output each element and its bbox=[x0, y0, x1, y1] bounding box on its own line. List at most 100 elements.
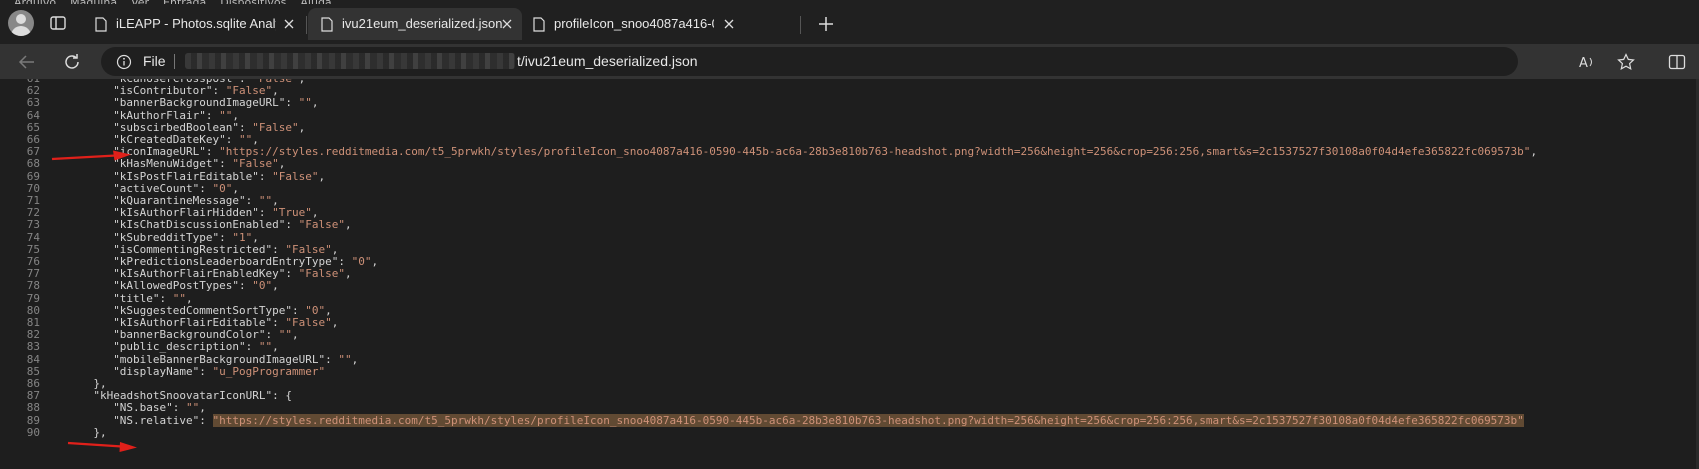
line-content: "kIsAuthorFlairHidden": "True", bbox=[113, 206, 318, 219]
json-key: "kIsAuthorFlairEnabledKey": bbox=[113, 267, 299, 281]
json-key: }, bbox=[93, 425, 107, 439]
line-number: 75 bbox=[26, 242, 40, 256]
json-string: "False" bbox=[298, 267, 345, 281]
page-icon bbox=[95, 17, 107, 32]
tab-deserialized-json[interactable]: ivu21eum_deserialized.json bbox=[308, 8, 522, 40]
json-key: "kSubredditType": bbox=[113, 230, 233, 244]
line-content: "kIsPostFlairEditable": "False", bbox=[113, 170, 325, 183]
line-content: "subscirbedBoolean": "False", bbox=[113, 121, 305, 134]
line-content: "kCreatedDateKey": "", bbox=[113, 133, 259, 146]
tab-ileapp[interactable]: iLEAPP - Photos.sqlite Analysis re bbox=[82, 8, 302, 40]
info-icon[interactable] bbox=[116, 54, 132, 70]
line-number: 83 bbox=[26, 340, 40, 354]
line-content: "kSubredditType": "1", bbox=[113, 231, 259, 244]
line-content: "kPredictionsLeaderboardEntryType": "0", bbox=[113, 255, 378, 268]
json-string: "" bbox=[258, 194, 273, 207]
json-key: "kAllowedPostTypes": bbox=[113, 279, 253, 293]
json-key: "mobileBannerBackgroundImageURL": bbox=[113, 352, 339, 366]
tab-actions-icon[interactable] bbox=[49, 14, 67, 32]
tab-strip: iLEAPP - Photos.sqlite Analysis re ivu21… bbox=[0, 4, 1699, 44]
refresh-icon[interactable] bbox=[62, 52, 82, 72]
json-key: , bbox=[344, 267, 352, 281]
close-icon[interactable] bbox=[722, 17, 736, 31]
json-string: "" bbox=[172, 291, 187, 305]
line-number: 64 bbox=[26, 108, 40, 122]
line-content: "NS.base": "", bbox=[113, 401, 206, 414]
read-aloud-icon[interactable]: A bbox=[1578, 53, 1596, 71]
json-key: , bbox=[252, 133, 259, 146]
json-string: "False" bbox=[285, 242, 332, 256]
line-content: "kSuggestedCommentSortType": "0", bbox=[113, 304, 332, 317]
svg-text:A: A bbox=[1579, 56, 1588, 71]
json-string: "False" bbox=[252, 120, 299, 134]
line-content: "bannerBackgroundColor": "", bbox=[113, 328, 298, 341]
line-content: "kAuthorFlair": "", bbox=[113, 109, 239, 122]
json-key: , bbox=[272, 194, 279, 207]
json-key: "public_description": bbox=[113, 340, 259, 354]
json-string: "False" bbox=[272, 169, 319, 183]
json-key: "kCreatedDateKey": bbox=[113, 133, 240, 146]
url-scheme-label: File bbox=[143, 53, 166, 69]
line-number: 90 bbox=[26, 425, 40, 439]
json-key: "kSuggestedCommentSortType": bbox=[113, 303, 306, 317]
json-key: , bbox=[272, 84, 279, 98]
line-number: 62 bbox=[26, 84, 40, 98]
json-key: , bbox=[311, 206, 319, 220]
line-content: "title": "", bbox=[113, 292, 192, 305]
line-content: "kIsAuthorFlairEditable": "False", bbox=[113, 316, 338, 329]
favorite-star-icon[interactable] bbox=[1617, 53, 1635, 71]
json-viewer[interactable]: 61"kCanUserCrosspost": "False",62"isCont… bbox=[0, 79, 1699, 469]
line-content: "activeCount": "0", bbox=[113, 182, 239, 195]
json-key: "kIsAuthorFlairHidden": bbox=[113, 206, 273, 220]
selected-string: "https://styles.redditmedia.com/t5_5prwk… bbox=[212, 413, 1524, 427]
line-number: 87 bbox=[26, 389, 40, 403]
tab-profile-icon[interactable]: profileIcon_snoo4087a416-0590- bbox=[526, 8, 800, 40]
line-number: 73 bbox=[26, 218, 40, 232]
line-number: 72 bbox=[26, 206, 40, 220]
page-icon bbox=[321, 17, 333, 32]
close-icon[interactable] bbox=[500, 17, 514, 31]
json-key: "bannerBackgroundColor": bbox=[113, 328, 279, 342]
line-content: "mobileBannerBackgroundImageURL": "", bbox=[113, 353, 358, 366]
json-string: "" bbox=[298, 96, 312, 110]
json-key: , bbox=[371, 255, 379, 268]
json-key: , bbox=[299, 79, 306, 85]
line-number: 89 bbox=[26, 413, 40, 427]
page-icon bbox=[533, 17, 545, 32]
back-icon[interactable] bbox=[17, 52, 37, 72]
split-screen-icon[interactable] bbox=[1668, 53, 1686, 71]
line-content: "isCommentingRestricted": "False", bbox=[113, 243, 338, 256]
json-key: , bbox=[351, 352, 359, 366]
json-string: "False" bbox=[225, 84, 273, 98]
json-key: "bannerBackgroundImageURL": bbox=[113, 96, 299, 110]
url-text: t/ivu21eum_deserialized.json bbox=[517, 53, 698, 69]
json-key: "kAuthorFlair": bbox=[113, 108, 220, 122]
line-content: "kHeadshotSnoovatarIconURL": { bbox=[93, 389, 292, 402]
json-string: "1" bbox=[232, 230, 253, 244]
new-tab-icon[interactable] bbox=[818, 16, 834, 32]
json-key: "title": bbox=[113, 291, 173, 305]
json-key: "kIsPostFlairEditable": bbox=[113, 169, 273, 183]
json-key: , bbox=[272, 279, 279, 293]
json-key: "kHeadshotSnoovatarIconURL": { bbox=[93, 389, 293, 403]
address-separator bbox=[174, 54, 175, 69]
json-key: "kIsChatDiscussionEnabled": bbox=[113, 218, 299, 232]
profile-avatar-icon[interactable] bbox=[8, 10, 34, 36]
line-content: "public_description": "", bbox=[113, 340, 279, 353]
json-key: , bbox=[232, 108, 240, 122]
json-string: "" bbox=[219, 108, 233, 122]
red-arrow-icon bbox=[67, 441, 137, 452]
line-number: 66 bbox=[26, 133, 40, 146]
json-string: "0" bbox=[212, 181, 233, 195]
json-key: , bbox=[331, 316, 339, 329]
line-number: 77 bbox=[26, 267, 40, 281]
line-number: 79 bbox=[26, 291, 40, 305]
json-key: "activeCount": bbox=[113, 181, 213, 195]
json-key: "isContributor": bbox=[113, 84, 226, 98]
json-key: , bbox=[292, 328, 299, 342]
close-icon[interactable] bbox=[282, 17, 296, 31]
address-bar[interactable]: File t/ivu21eum_deserialized.json bbox=[101, 47, 1518, 76]
line-number: 76 bbox=[26, 255, 40, 268]
json-key: "NS.base": bbox=[113, 401, 187, 415]
json-key: "subscirbedBoolean": bbox=[113, 120, 253, 134]
